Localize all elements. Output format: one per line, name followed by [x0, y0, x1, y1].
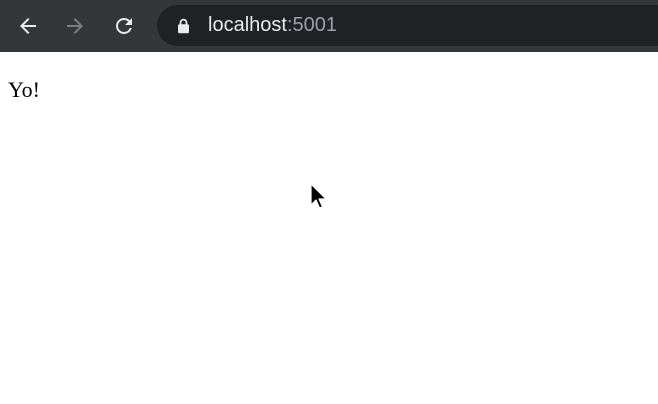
- reload-button[interactable]: [106, 8, 142, 44]
- mouse-pointer-icon: [310, 183, 328, 216]
- page-text: Yo!: [8, 77, 41, 102]
- url-port: :5001: [286, 14, 337, 36]
- browser-toolbar: localhost:5001: [0, 0, 658, 52]
- lock-icon[interactable]: [177, 18, 190, 39]
- url-host: localhost: [208, 14, 287, 36]
- reload-icon: [116, 18, 132, 34]
- arrow-right-icon: [67, 18, 83, 34]
- address-bar[interactable]: localhost:5001: [157, 5, 658, 46]
- arrow-left-icon: [20, 18, 36, 34]
- back-button[interactable]: [10, 8, 46, 44]
- url-text: localhost:5001: [208, 5, 337, 46]
- forward-button[interactable]: [57, 8, 93, 44]
- page-content: Yo!: [0, 52, 658, 404]
